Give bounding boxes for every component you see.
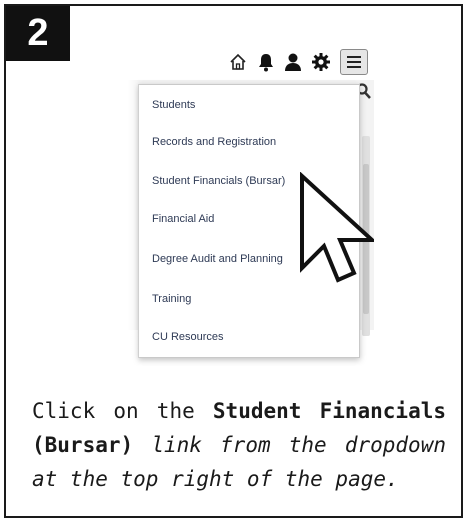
home-icon[interactable]	[228, 48, 248, 76]
screenshot-edge-fade	[128, 44, 140, 366]
caption-prefix: Click on the	[32, 399, 213, 423]
step-number-badge: 2	[6, 6, 70, 61]
hamburger-menu-icon	[347, 56, 361, 68]
screenshot-panel: Students Records and Registration Studen…	[128, 44, 374, 366]
user-icon[interactable]	[284, 48, 302, 76]
menu-item-records-and-registration[interactable]: Records and Registration	[152, 132, 352, 152]
instruction-card: 2 Students Records and Registration Stud…	[4, 4, 463, 518]
mouse-cursor-icon	[300, 172, 374, 283]
hamburger-menu-button[interactable]	[340, 49, 368, 75]
menu-item-training[interactable]: Training	[152, 289, 352, 309]
top-toolbar	[128, 44, 374, 80]
bell-icon[interactable]	[257, 48, 275, 76]
menu-item-cu-resources[interactable]: CU Resources	[152, 327, 352, 347]
instruction-caption: Click on the Student Financials (Bursar)…	[32, 394, 446, 496]
menu-item-students[interactable]: Students	[152, 95, 352, 115]
gear-icon[interactable]	[311, 48, 331, 76]
caption-space	[133, 433, 151, 457]
